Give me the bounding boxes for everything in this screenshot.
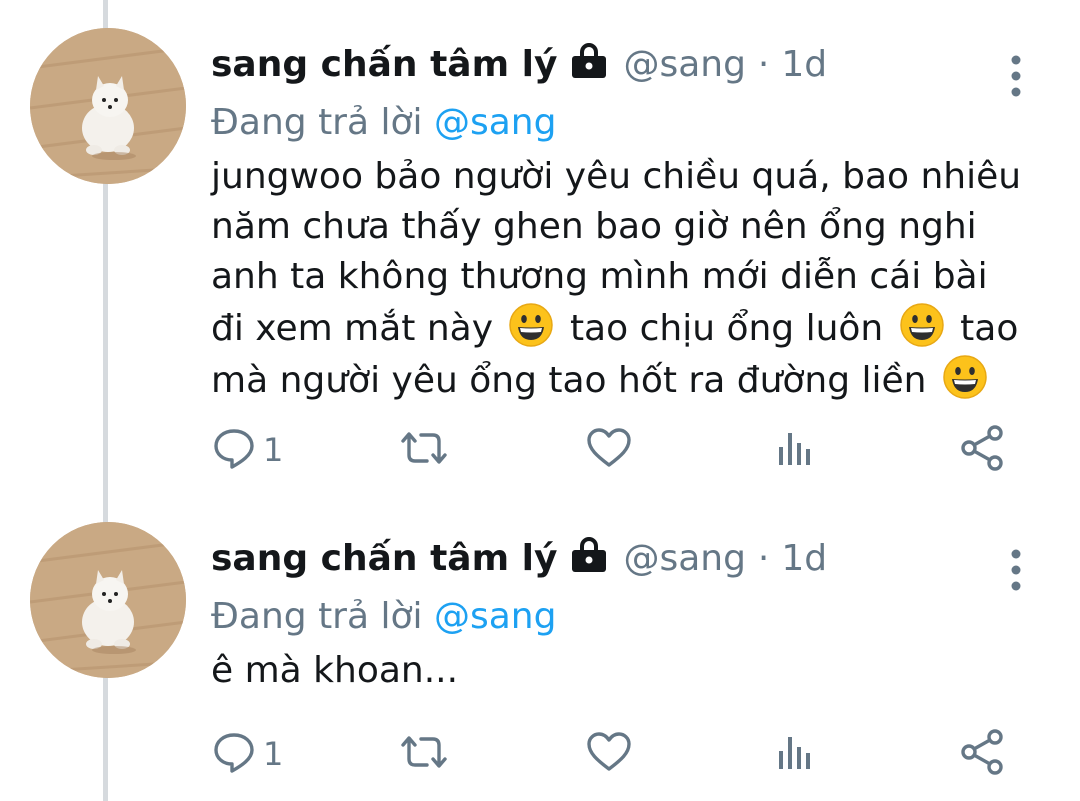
share-icon — [959, 424, 1007, 476]
like-button[interactable] — [585, 425, 633, 475]
author-handle[interactable]: @sang — [623, 44, 745, 85]
more-vertical-icon[interactable] — [998, 548, 1034, 592]
reply-button[interactable]: 1 — [211, 425, 283, 475]
analytics-button[interactable] — [773, 729, 817, 779]
avatar[interactable] — [30, 522, 186, 678]
text-segment: mà người yêu ổng tao hốt ra đường liền — [211, 360, 927, 401]
timestamp[interactable]: 1d — [781, 538, 827, 579]
text-segment: jungwoo bảo người yêu chiều quá, bao nhi… — [211, 156, 1022, 197]
reply-button[interactable]: 1 — [211, 729, 283, 779]
lock-icon — [569, 42, 609, 87]
author-name[interactable]: sang chấn tâm lý — [211, 44, 557, 85]
retweet-icon — [397, 729, 451, 779]
reply-icon — [211, 425, 257, 475]
replying-to: Đang trả lời @sang — [211, 596, 556, 637]
retweet-button[interactable] — [397, 425, 451, 475]
share-button[interactable] — [959, 425, 1007, 475]
tweet-actions: 1 — [211, 425, 1031, 475]
share-button[interactable] — [959, 729, 1007, 779]
tweet-text: ê mà khoan... — [211, 646, 1051, 696]
like-button[interactable] — [585, 729, 633, 779]
tweet-header: sang chấn tâm lý @sang · 1d — [211, 36, 827, 92]
text-segment: ê mà khoan... — [211, 650, 459, 691]
analytics-icon — [773, 729, 817, 779]
more-vertical-icon[interactable] — [998, 54, 1034, 98]
tweet[interactable]: sang chấn tâm lý @sang · 1d Đang trả lời… — [0, 514, 1080, 801]
text-segment: anh ta không thương mình mới diễn cái bà… — [211, 256, 988, 297]
retweet-icon — [397, 425, 451, 475]
text-segment: tao — [960, 308, 1019, 349]
tweet-text-line: jungwoo bảo người yêu chiều quá, bao nhi… — [211, 152, 1051, 202]
share-icon — [959, 728, 1007, 780]
text-segment: đi xem mắt này — [211, 308, 494, 349]
heart-icon — [585, 425, 633, 475]
avatar[interactable] — [30, 28, 186, 184]
replying-to-label: Đang trả lời — [211, 596, 423, 637]
reply-count: 1 — [263, 735, 284, 773]
analytics-button[interactable] — [773, 425, 817, 475]
analytics-icon — [773, 425, 817, 475]
tweet-text: jungwoo bảo người yêu chiều quá, bao nhi… — [211, 152, 1051, 406]
lock-icon — [569, 536, 609, 581]
heart-icon — [585, 729, 633, 779]
separator-dot: · — [757, 43, 770, 85]
text-segment: tao chịu ổng luôn — [569, 308, 884, 349]
tweet[interactable]: sang chấn tâm lý @sang · 1d Đang trả lời… — [0, 20, 1080, 490]
text-segment: năm chưa thấy ghen bao giờ nên ổng nghi — [211, 206, 977, 247]
reply-mention-link[interactable]: @sang — [434, 596, 556, 637]
reply-mention-link[interactable]: @sang — [434, 102, 556, 143]
timestamp[interactable]: 1d — [781, 44, 827, 85]
tweet-actions: 1 — [211, 729, 1031, 779]
tweet-text-line: đi xem mắt này tao chịu ổng luôn tao — [211, 302, 1051, 354]
author-handle[interactable]: @sang — [623, 538, 745, 579]
replying-to: Đang trả lời @sang — [211, 102, 556, 143]
grinning-face-emoji — [508, 302, 554, 348]
tweet-text-line: mà người yêu ổng tao hốt ra đường liền — [211, 354, 1051, 406]
replying-to-label: Đang trả lời — [211, 102, 423, 143]
grinning-face-emoji — [899, 302, 945, 348]
retweet-button[interactable] — [397, 729, 451, 779]
tweet-header: sang chấn tâm lý @sang · 1d — [211, 530, 827, 586]
tweet-text-line: năm chưa thấy ghen bao giờ nên ổng nghi — [211, 202, 1051, 252]
author-name[interactable]: sang chấn tâm lý — [211, 538, 557, 579]
grinning-face-emoji — [942, 354, 988, 400]
reply-count: 1 — [263, 431, 284, 469]
tweet-text-line: anh ta không thương mình mới diễn cái bà… — [211, 252, 1051, 302]
tweet-text-line: ê mà khoan... — [211, 646, 1051, 696]
separator-dot: · — [757, 537, 770, 579]
reply-icon — [211, 729, 257, 779]
